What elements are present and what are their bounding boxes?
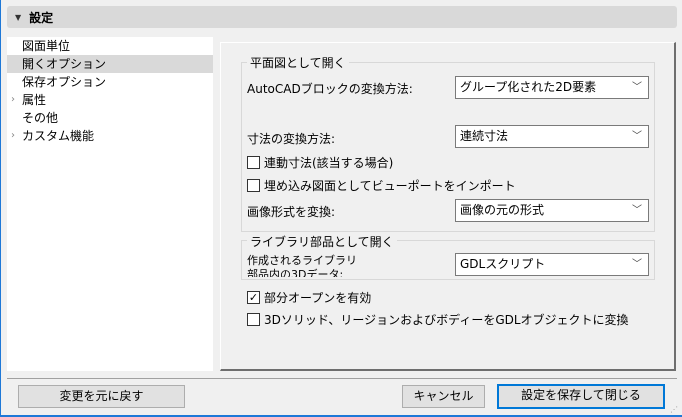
checkmark-icon[interactable]: ✓ — [247, 291, 260, 304]
chevron-down-icon: ﹀ — [632, 259, 642, 270]
sidebar-item-attributes[interactable]: › 属性 — [7, 91, 213, 109]
library-data-label-2: 部品内の3Dデータ: — [247, 268, 344, 277]
sidebar-item-label: 開くオプション — [22, 57, 107, 71]
dropdown-value: 画像の元の形式 — [460, 203, 545, 217]
partial-open-checkbox[interactable]: ✓ 部分オープンを有効 — [247, 289, 371, 306]
header-title: 設定 — [29, 10, 54, 25]
checkbox-box[interactable] — [247, 313, 260, 326]
sidebar-item-save-options[interactable]: 保存オプション — [7, 73, 213, 91]
dropdown-value: 連続寸法 — [460, 129, 509, 143]
sidebar-item-other[interactable]: その他 — [7, 109, 213, 127]
assoc-dim-checkbox[interactable]: 連動寸法(該当する場合) — [247, 154, 393, 171]
sidebar-item-label: 属性 — [22, 93, 47, 107]
sidebar: 図面単位 開くオプション 保存オプション › 属性 その他 › カスタム機能 — [7, 37, 213, 371]
checkbox-label: 連動寸法(該当する場合) — [264, 156, 394, 170]
chevron-down-icon: ﹀ — [632, 205, 642, 216]
dimension-dropdown[interactable]: 連続寸法 ﹀ — [455, 125, 649, 148]
resize-grip-icon[interactable]: ⋰ — [670, 405, 678, 414]
convert-gdl-checkbox[interactable]: 3Dソリッド、リージョンおよびボディーをGDLオブジェクトに変換 — [247, 311, 629, 328]
autocad-block-dropdown[interactable]: グループ化された2D要素 ﹀ — [455, 76, 649, 99]
checkbox-box[interactable] — [247, 156, 260, 169]
image-format-label: 画像形式を変換: — [247, 205, 336, 219]
collapse-triangle-icon[interactable]: ▼ — [15, 13, 21, 22]
sidebar-item-drawing-units[interactable]: 図面単位 — [7, 37, 213, 55]
chevron-down-icon: ﹀ — [632, 131, 642, 142]
save-and-close-button[interactable]: 設定を保存して閉じる — [497, 384, 665, 409]
plan-group-legend: 平面図として開く — [247, 54, 349, 71]
sidebar-item-open-options[interactable]: 開くオプション — [7, 55, 213, 73]
autocad-block-label: AutoCADブロックの変換方法: — [247, 82, 413, 96]
dimension-label: 寸法の変換方法: — [247, 132, 336, 146]
chevron-right-icon[interactable]: › — [11, 127, 15, 145]
checkbox-box[interactable] — [247, 179, 260, 192]
dropdown-value: グループ化された2D要素 — [460, 80, 597, 94]
sidebar-item-label: 図面単位 — [22, 39, 71, 53]
image-format-dropdown[interactable]: 画像の元の形式 ﹀ — [455, 199, 649, 222]
chevron-down-icon: ﹀ — [632, 82, 642, 93]
sidebar-item-label: 保存オプション — [22, 75, 107, 89]
import-viewport-checkbox[interactable]: 埋め込み図面としてビューポートをインポート — [247, 177, 516, 194]
library-group-legend: ライブラリ部品として開く — [247, 233, 397, 250]
revert-button[interactable]: 変更を元に戻す — [18, 385, 185, 408]
dropdown-value: GDLスクリプト — [460, 257, 546, 271]
library-data-dropdown[interactable]: GDLスクリプト ﹀ — [455, 253, 649, 276]
checkbox-label: 部分オープンを有効 — [264, 291, 372, 305]
checkbox-label: 3Dソリッド、リージョンおよびボディーをGDLオブジェクトに変換 — [264, 313, 629, 327]
sidebar-item-custom[interactable]: › カスタム機能 — [7, 127, 213, 145]
chevron-right-icon[interactable]: › — [11, 91, 15, 109]
checkbox-label: 埋め込み図面としてビューポートをインポート — [264, 179, 516, 193]
sidebar-item-label: カスタム機能 — [22, 129, 95, 143]
cancel-button[interactable]: キャンセル — [402, 385, 485, 408]
settings-header[interactable]: ▼ 設定 — [7, 6, 677, 28]
sidebar-item-label: その他 — [22, 111, 59, 125]
footer-divider — [7, 378, 677, 379]
